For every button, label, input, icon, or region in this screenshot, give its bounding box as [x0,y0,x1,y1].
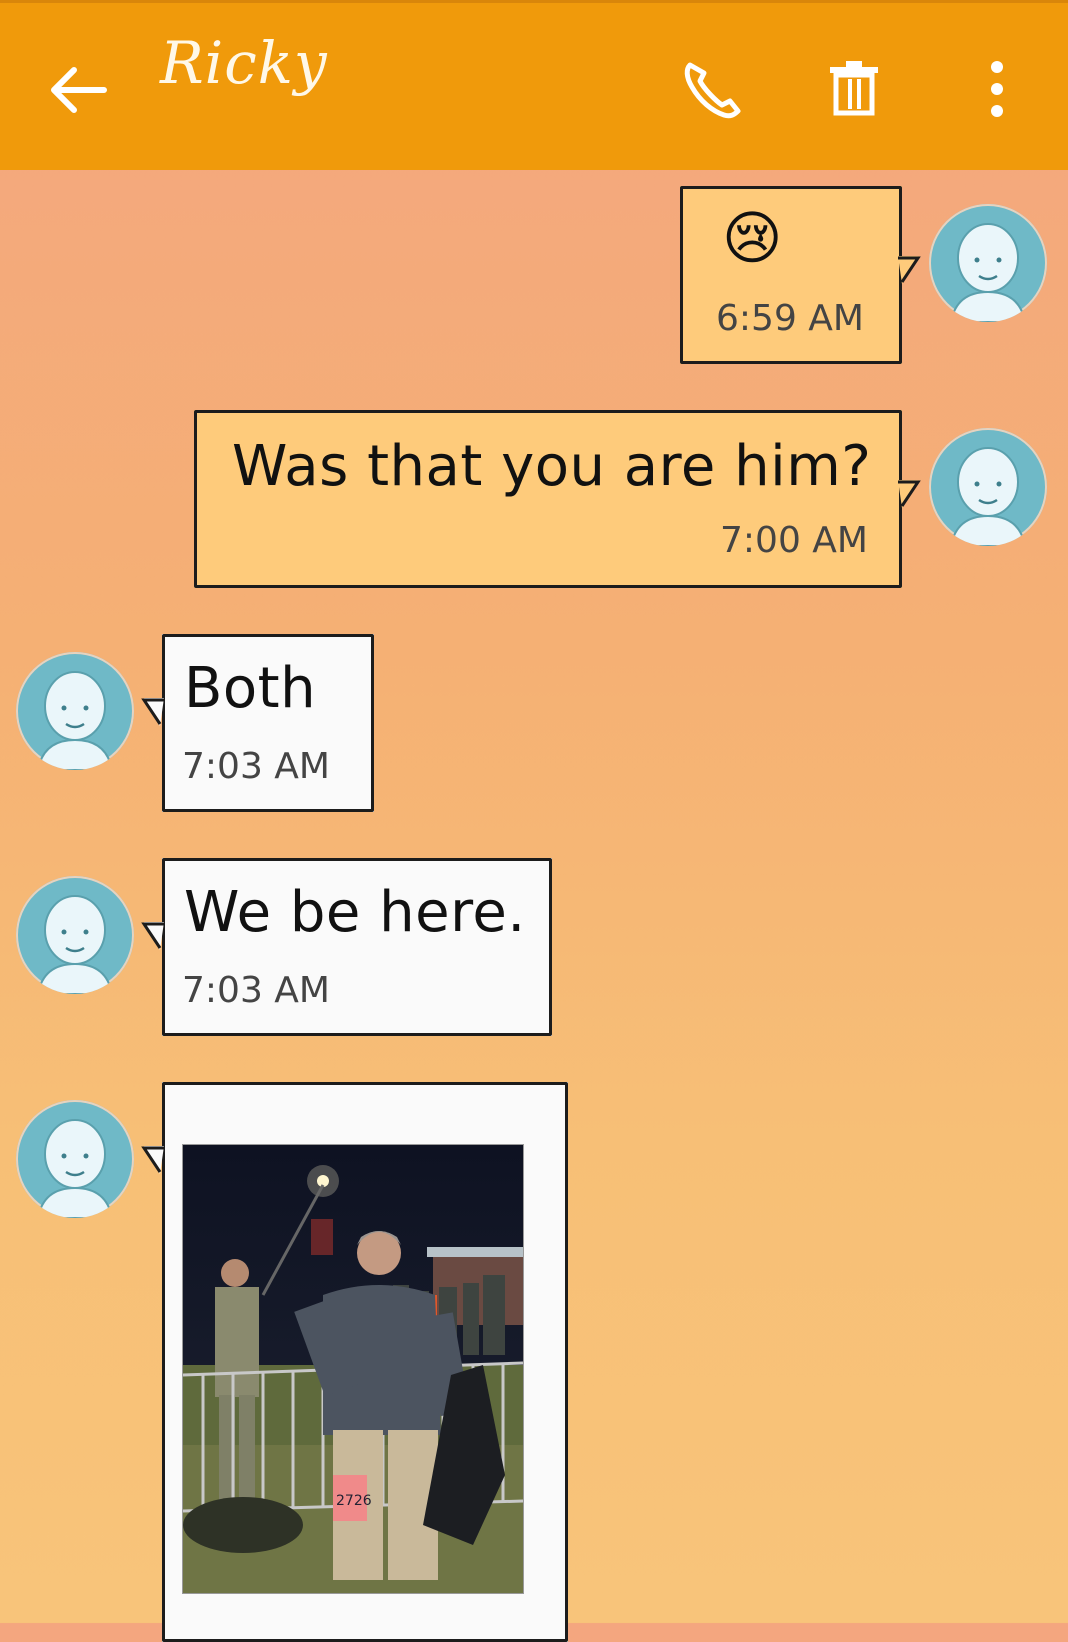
delete-button[interactable] [818,53,890,125]
message-bubble-outgoing[interactable]: Was that you are him? 7:00 AM [194,410,921,588]
contact-name: Ricky [160,29,328,97]
bubble-tail [141,922,164,950]
bubble-tail [141,1146,164,1174]
message-bubble-incoming[interactable]: We be here. 7:03 AM [141,858,552,1036]
more-vert-icon [991,61,1003,117]
phone-icon [684,62,741,119]
person-icon [949,447,1027,546]
svg-text:2726: 2726 [336,1493,372,1509]
back-button[interactable] [42,55,112,125]
message-time: 7:03 AM [182,746,330,787]
back-arrow-icon [51,67,107,113]
message-text: Both [184,656,317,721]
avatar [16,652,134,770]
person-icon [36,1119,114,1218]
avatar [16,876,134,994]
message-bubble-outgoing[interactable]: 😢 6:59 AM [680,186,921,364]
message-bubble-incoming[interactable]: Both 7:03 AM [141,634,374,812]
bubble-tail [898,480,921,508]
trash-icon [830,61,878,116]
avatar [16,1100,134,1218]
person-icon [36,671,114,770]
more-options-button[interactable] [962,53,1032,125]
photo-image: 2726 [183,1145,523,1593]
avatar [929,204,1047,322]
bubble-tail [141,698,164,726]
message-photo[interactable]: 2726 [182,1144,524,1594]
message-time: 6:59 AM [716,298,864,339]
message-text: We be here. [184,880,526,945]
message-emoji: 😢 [722,204,783,272]
message-text: Was that you are him? [232,434,872,499]
message-time: 7:00 AM [720,520,868,561]
bubble-tail [898,256,921,284]
person-icon [949,223,1027,322]
message-bubble-incoming-image[interactable]: 2726 [141,1082,568,1642]
message-time: 7:03 AM [182,970,330,1011]
person-icon [36,895,114,994]
call-button[interactable] [676,53,748,125]
avatar [929,428,1047,546]
app-header: Ricky [0,0,1068,170]
